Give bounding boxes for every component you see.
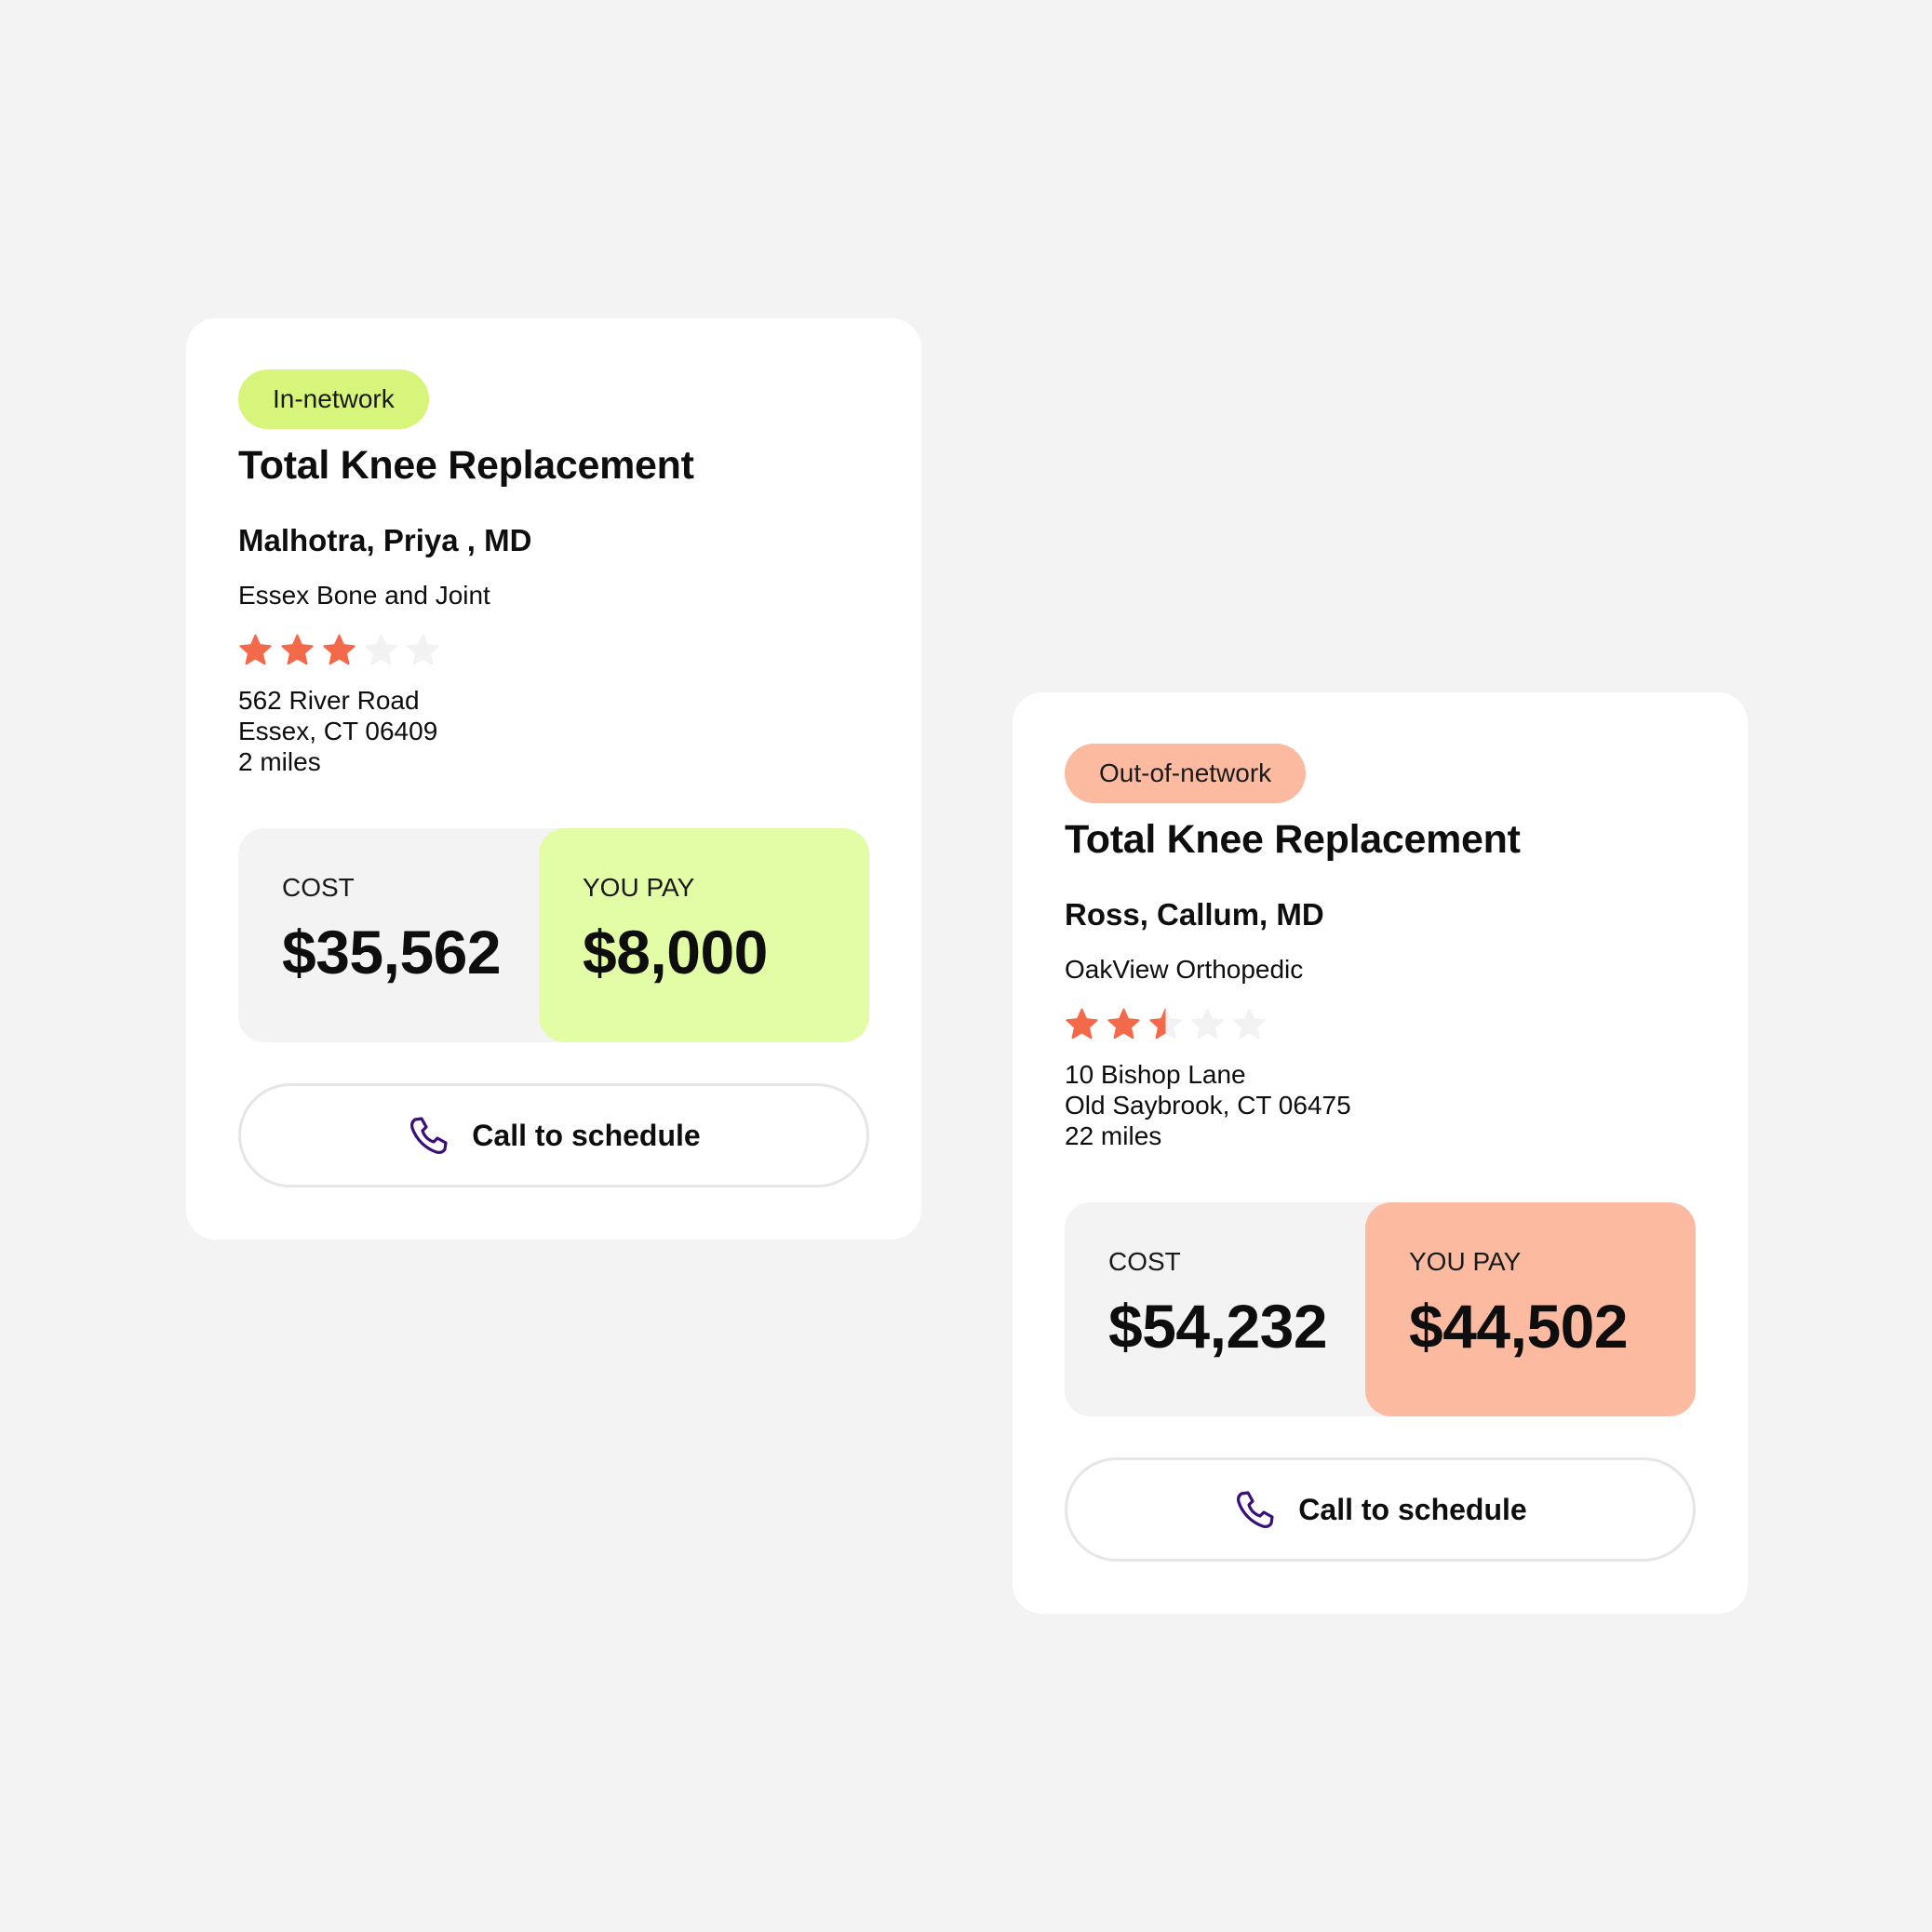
cost-value: $35,562 [282, 918, 502, 986]
call-label: Call to schedule [1298, 1492, 1527, 1526]
star-half-icon [1148, 1007, 1183, 1041]
network-badge: In-network [238, 369, 429, 429]
you-pay-section: YOU PAY $44,502 [1365, 1202, 1696, 1416]
provider-card-out-of-network: Out-of-network Total Knee Replacement Ro… [1013, 692, 1748, 1614]
address-city: Old Saybrook, CT 06475 [1065, 1091, 1351, 1120]
phone-icon [1233, 1487, 1278, 1532]
price-summary: COST $35,562 YOU PAY $8,000 [238, 828, 869, 1042]
call-to-schedule-button[interactable]: Call to schedule [238, 1083, 869, 1187]
call-label: Call to schedule [472, 1118, 701, 1152]
practice-name: Essex Bone and Joint [238, 581, 490, 610]
star-empty-icon [406, 633, 440, 667]
star-rating [1065, 1007, 1267, 1041]
cost-label: COST [282, 873, 355, 902]
practice-name: OakView Orthopedic [1065, 955, 1304, 984]
star-filled-icon [1107, 1007, 1141, 1041]
call-to-schedule-button[interactable]: Call to schedule [1065, 1457, 1696, 1562]
star-filled-icon [238, 633, 273, 667]
star-filled-icon [322, 633, 356, 667]
you-pay-value: $8,000 [583, 918, 768, 986]
doctor-name: Malhotra, Priya , MD [238, 523, 532, 557]
provider-card-in-network: In-network Total Knee Replacement Malhot… [186, 318, 921, 1240]
network-badge: Out-of-network [1065, 744, 1307, 803]
address-street: 10 Bishop Lane [1065, 1060, 1246, 1089]
procedure-title: Total Knee Replacement [1065, 817, 1521, 862]
address-block: 10 Bishop Lane Old Saybrook, CT 06475 22… [1065, 1059, 1351, 1151]
address-street: 562 River Road [238, 686, 420, 715]
distance: 22 miles [1065, 1121, 1162, 1150]
phone-icon [407, 1113, 451, 1158]
star-empty-icon [364, 633, 398, 667]
star-rating [238, 633, 440, 667]
address-block: 562 River Road Essex, CT 06409 2 miles [238, 685, 437, 777]
star-empty-icon [1190, 1007, 1225, 1041]
cost-label: COST [1108, 1247, 1181, 1276]
star-filled-icon [1065, 1007, 1099, 1041]
you-pay-value: $44,502 [1409, 1292, 1629, 1361]
price-summary: COST $54,232 YOU PAY $44,502 [1065, 1202, 1696, 1416]
you-pay-label: YOU PAY [583, 873, 695, 902]
star-empty-icon [1232, 1007, 1267, 1041]
doctor-name: Ross, Callum, MD [1065, 897, 1324, 932]
cost-value: $54,232 [1108, 1292, 1328, 1361]
procedure-title: Total Knee Replacement [238, 443, 694, 488]
you-pay-label: YOU PAY [1409, 1247, 1522, 1276]
address-city: Essex, CT 06409 [238, 717, 438, 745]
star-filled-icon [280, 633, 315, 667]
you-pay-section: YOU PAY $8,000 [539, 828, 869, 1042]
distance: 2 miles [238, 747, 321, 776]
